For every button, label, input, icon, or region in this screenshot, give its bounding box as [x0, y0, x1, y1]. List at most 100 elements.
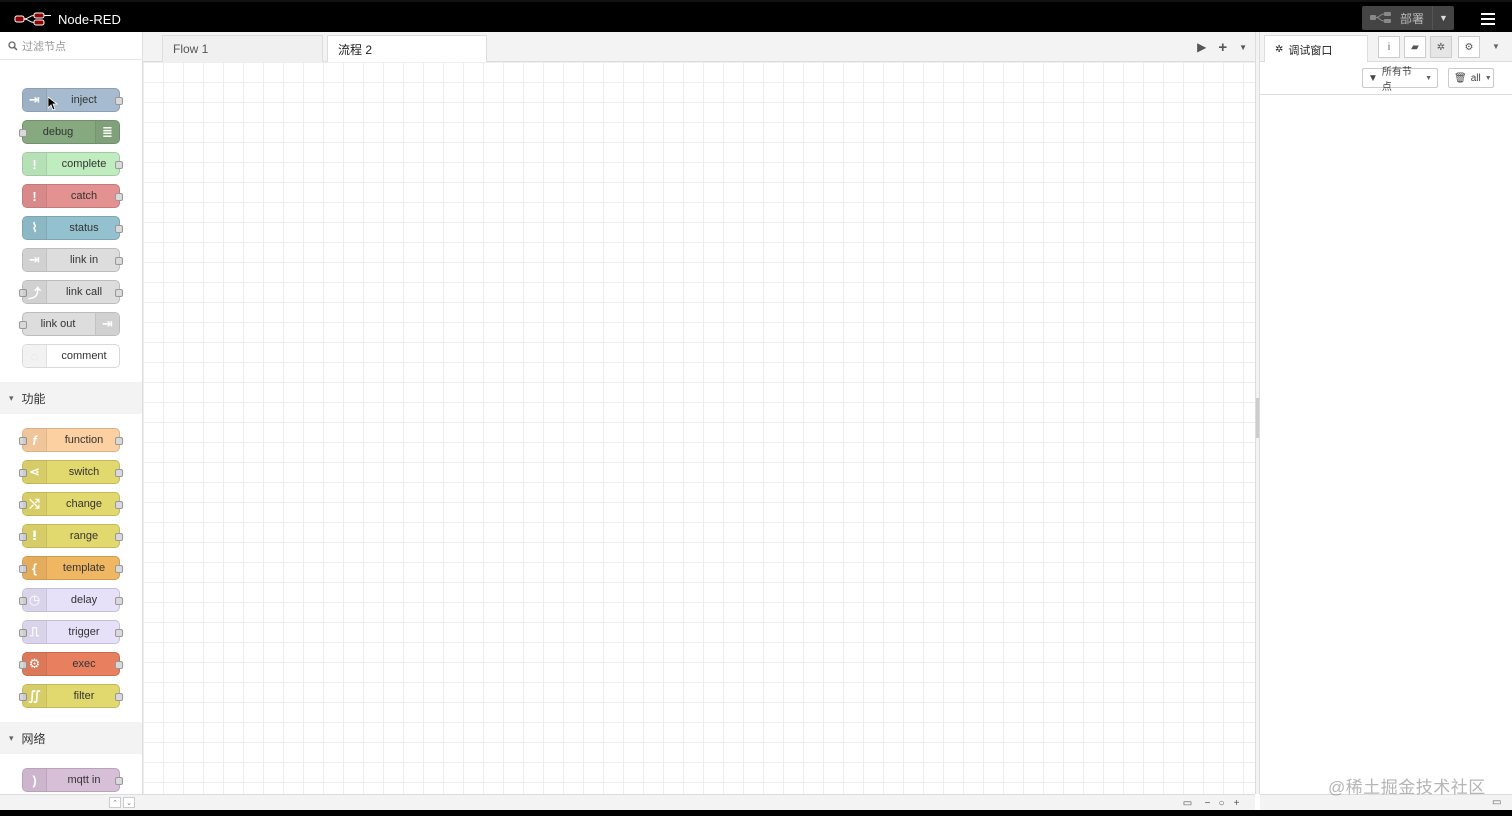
- collapse-all-icon[interactable]: ⌃: [109, 797, 121, 808]
- palette-search-input[interactable]: 过滤节点: [22, 38, 66, 54]
- debug-filter-dropdown[interactable]: ▼ 所有节点 ▼: [1362, 67, 1438, 93]
- palette-node-debug[interactable]: debug ≣: [19, 120, 120, 144]
- palette-node-range[interactable]: ⵑ range: [19, 524, 123, 548]
- navigator-map-icon[interactable]: ▭: [1181, 797, 1194, 809]
- open-debug-window-icon[interactable]: ▭: [1492, 797, 1501, 808]
- palette-node-comment[interactable]: ◌ comment: [22, 344, 120, 368]
- add-flow-icon[interactable]: +: [1218, 39, 1227, 56]
- hamburger-line: [1481, 13, 1495, 15]
- workspace-footer: ▭ − ○ +: [143, 794, 1255, 810]
- palette-node-link-call[interactable]: ⤴ link call: [19, 280, 123, 304]
- palette-node-label: link out: [40, 318, 76, 330]
- palette-node-status[interactable]: ⌇ status: [22, 216, 123, 240]
- caret-down-icon: ▼: [1425, 74, 1432, 82]
- output-port: [115, 501, 123, 509]
- tab-scroll-right-icon[interactable]: ▶: [1197, 40, 1206, 54]
- info-tab-icon[interactable]: i: [1378, 36, 1400, 58]
- deploy-label: 部署: [1400, 11, 1425, 26]
- category-function[interactable]: ▾ 功能: [0, 382, 142, 414]
- palette-node-complete[interactable]: ! complete: [22, 152, 123, 176]
- palette-node-label: change: [65, 498, 103, 510]
- zoom-out-icon[interactable]: −: [1201, 797, 1214, 809]
- splitter-grip[interactable]: [1256, 398, 1259, 438]
- tab-flow-2[interactable]: 流程 2: [327, 35, 487, 63]
- palette-node-label: exec: [72, 658, 96, 670]
- palette-node-function[interactable]: f function: [19, 428, 123, 452]
- category-network[interactable]: ▾ 网络: [0, 722, 142, 754]
- palette-node-label: function: [64, 434, 104, 446]
- zoom-in-icon[interactable]: +: [1230, 797, 1243, 809]
- output-port: [115, 289, 123, 297]
- flow-canvas[interactable]: [143, 62, 1255, 794]
- deploy-main-button[interactable]: 部署: [1362, 6, 1432, 30]
- output-port: [115, 661, 123, 669]
- palette-body: ⇥ inject debug ≣ ! complete ! catch ⌇ st…: [0, 60, 142, 794]
- app-title: Node-RED: [58, 11, 121, 27]
- output-port: [115, 97, 123, 105]
- debug-tab-bug-icon[interactable]: ✲: [1430, 36, 1452, 58]
- hamburger-line: [1481, 18, 1495, 20]
- palette-node-switch[interactable]: ⋖ switch: [19, 460, 123, 484]
- sidebar-menu-caret-icon[interactable]: ▼: [1492, 42, 1500, 51]
- palette-node-label: switch: [68, 466, 100, 478]
- palette-node-change[interactable]: ⤭ change: [19, 492, 123, 516]
- palette-node-label: mqtt in: [67, 774, 101, 786]
- palette-node-filter[interactable]: ∬ filter: [19, 684, 123, 708]
- deploy-menu-caret-icon[interactable]: ▼: [1432, 6, 1454, 30]
- output-port: [115, 565, 123, 573]
- palette-node-label: catch: [70, 190, 98, 202]
- tab-label: 流程 2: [338, 43, 373, 57]
- palette-node-label: debug: [42, 126, 74, 138]
- main-menu-button[interactable]: [1476, 8, 1500, 30]
- palette-node-template[interactable]: { template: [19, 556, 123, 580]
- output-port: [115, 161, 123, 169]
- workspace: Flow 1 流程 2 ▶ + ▼: [143, 32, 1255, 794]
- palette-node-trigger[interactable]: ⎍ trigger: [19, 620, 123, 644]
- tab-tools: ▶ + ▼: [1197, 32, 1247, 62]
- tab-label: Flow 1: [173, 42, 209, 56]
- exclamation-icon: !: [23, 185, 47, 207]
- zoom-reset-icon[interactable]: ○: [1215, 797, 1228, 809]
- palette-footer: ⌃ ⌄: [0, 794, 143, 810]
- bug-icon: ✲: [1275, 44, 1284, 55]
- sidebar-tab-debug[interactable]: ✲ 调试窗口: [1264, 35, 1368, 63]
- deploy-button[interactable]: 部署 ▼: [1362, 6, 1454, 30]
- palette-node-inject[interactable]: ⇥ inject: [22, 88, 123, 112]
- palette-node-link-out[interactable]: link out ⇥: [19, 312, 120, 336]
- debug-filter-label: 所有节点: [1381, 67, 1412, 93]
- debug-toolbar: ▼ 所有节点 ▼ 🗑 all ▼: [1260, 62, 1512, 95]
- screen-bottom-border: [0, 810, 1512, 816]
- palette-node-label: filter: [73, 690, 95, 702]
- tab-list-menu-icon[interactable]: ▼: [1239, 43, 1247, 52]
- chevron-down-icon: ▾: [9, 732, 14, 743]
- palette-node-catch[interactable]: ! catch: [22, 184, 123, 208]
- output-port: [115, 469, 123, 477]
- tab-flow-1[interactable]: Flow 1: [162, 35, 323, 62]
- workspace-tabs: Flow 1 流程 2 ▶ + ▼: [143, 32, 1255, 63]
- chevron-down-icon: ▾: [9, 392, 14, 403]
- help-book-icon[interactable]: ▰: [1404, 36, 1426, 58]
- output-port: [115, 597, 123, 605]
- sidebar-tabs: ✲ 调试窗口 i ▰ ✲ ⚙ ▼: [1260, 32, 1512, 63]
- palette-node-link-in[interactable]: ⇥ link in: [22, 248, 123, 272]
- palette-node-exec[interactable]: ⚙ exec: [19, 652, 123, 676]
- sidebar-tab-label: 调试窗口: [1288, 44, 1333, 57]
- caret-down-icon: ▼: [1484, 74, 1492, 82]
- node-red-editor: Node-RED 部署 ▼ 过滤节点 ⇥ inject debug ≣ ! co…: [0, 0, 1512, 816]
- palette-node-label: delay: [70, 594, 98, 606]
- palette-node-label: trigger: [68, 626, 100, 638]
- palette-node-mqtt-in[interactable]: ) mqtt in: [22, 768, 123, 792]
- output-port: [115, 193, 123, 201]
- mouse-cursor-icon: [48, 97, 58, 111]
- watermark: @稀土掘金技术社区: [1328, 778, 1486, 797]
- expand-all-icon[interactable]: ⌄: [123, 797, 135, 808]
- palette-search[interactable]: 过滤节点: [0, 32, 142, 60]
- trash-icon: 🗑: [1454, 72, 1467, 84]
- input-port: [19, 129, 27, 137]
- palette-node-delay[interactable]: ◷ delay: [19, 588, 123, 612]
- debug-clear-dropdown[interactable]: 🗑 all ▼: [1448, 68, 1494, 88]
- inject-arrow-icon: ⇥: [23, 89, 47, 111]
- config-gear-icon[interactable]: ⚙: [1458, 36, 1480, 58]
- output-port: [115, 225, 123, 233]
- filter-icon: ▼: [1368, 72, 1378, 84]
